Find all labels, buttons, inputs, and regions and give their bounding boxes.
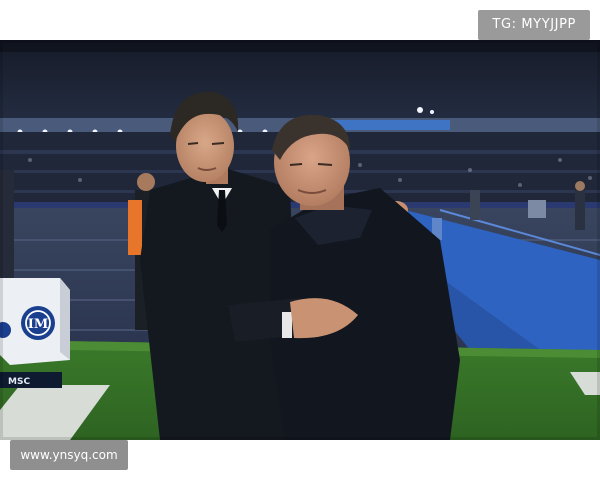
ad-box: IM	[0, 278, 70, 365]
page: TG: MYYJJPP IM MSC www.ynsyq.com	[0, 0, 600, 480]
ad-board-text: MSC	[8, 377, 30, 387]
watermark-top-right: TG: MYYJJPP	[478, 10, 590, 40]
stadium-upper-stand	[0, 40, 600, 120]
inter-crest-icon: IM	[21, 306, 55, 340]
photo: IM MSC	[0, 40, 600, 440]
svg-text:IM: IM	[28, 317, 48, 332]
watermark-bottom-left: www.ynsyq.com	[10, 440, 128, 470]
ad-board: MSC	[0, 372, 62, 388]
